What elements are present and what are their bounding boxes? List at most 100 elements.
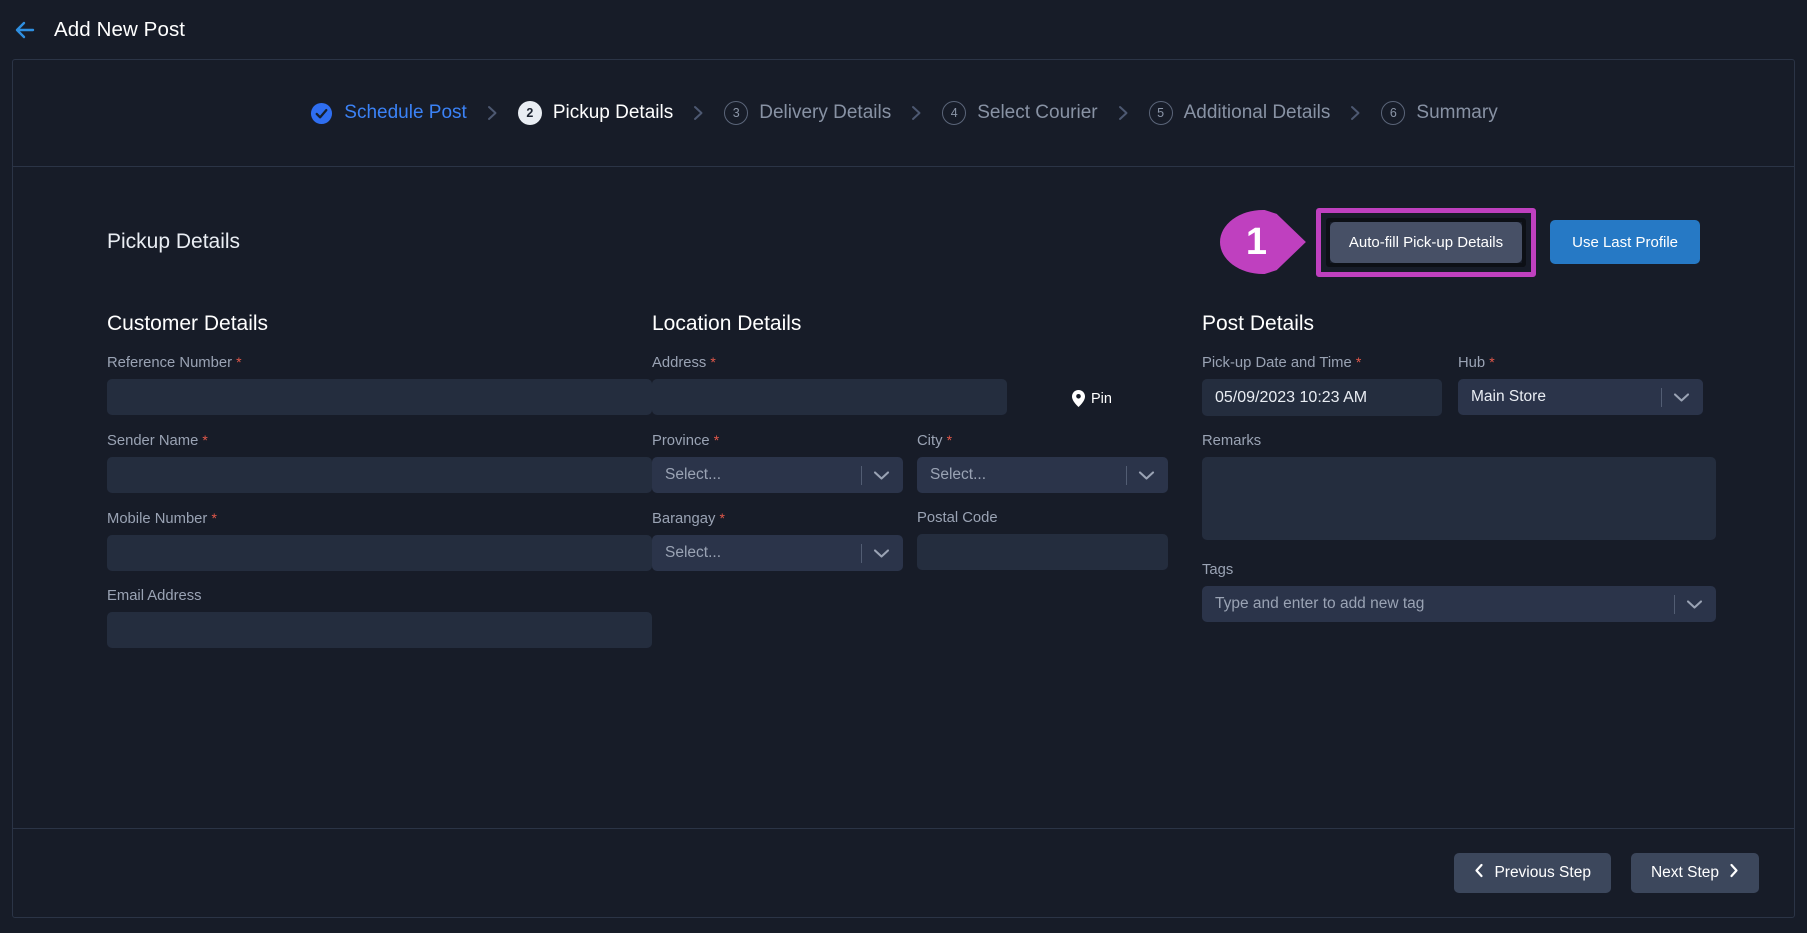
step-number-badge: 5: [1148, 101, 1173, 125]
form-body: Pickup Details 1 Auto-fill Pick-up Detai…: [13, 167, 1794, 828]
select-divider: [861, 543, 862, 563]
header-actions: 1 Auto-fill Pick-up Details Use Last Pro…: [1219, 207, 1700, 277]
previous-step-button[interactable]: Previous Step: [1454, 853, 1611, 893]
field-sender-name: Sender Name *: [107, 432, 652, 493]
city-select[interactable]: Select...: [917, 457, 1168, 493]
step-summary[interactable]: 6 Summary: [1381, 101, 1498, 125]
post-details-title: Post Details: [1202, 312, 1315, 335]
province-city-row: Province * Select... City * Select...: [652, 432, 1202, 510]
field-hub: Hub * Main Store: [1458, 354, 1703, 416]
reference-number-input[interactable]: [107, 379, 652, 415]
remarks-textarea[interactable]: [1202, 457, 1716, 540]
postal-code-label: Postal Code: [917, 510, 998, 526]
arrow-left-icon[interactable]: [12, 17, 38, 43]
address-input[interactable]: [652, 379, 1007, 415]
step-schedule-post[interactable]: Schedule Post: [309, 101, 467, 125]
annotation-marker-1: 1: [1219, 210, 1306, 274]
page-title: Add New Post: [54, 17, 186, 41]
chevron-down-icon: [873, 470, 890, 481]
select-divider: [1126, 465, 1127, 485]
chevron-down-icon: [873, 548, 890, 559]
location-details-title: Location Details: [652, 312, 802, 335]
chevron-right-icon: [486, 104, 499, 122]
hub-label: Hub *: [1458, 354, 1703, 371]
autofill-highlight-inner: Auto-fill Pick-up Details: [1325, 217, 1527, 267]
select-divider: [861, 465, 862, 485]
sender-name-label: Sender Name *: [107, 432, 652, 449]
customer-details-column: Customer Details Reference Number * Send…: [107, 312, 652, 665]
address-label: Address *: [652, 354, 1202, 371]
city-select-value: Select...: [930, 466, 986, 483]
required-marker: *: [946, 432, 953, 448]
tags-placeholder: Type and enter to add new tag: [1215, 595, 1425, 612]
address-input-wrap: [652, 379, 1007, 415]
chevron-right-icon: [1117, 104, 1130, 122]
step-label: Delivery Details: [759, 102, 892, 123]
barangay-label: Barangay *: [652, 510, 903, 527]
reference-number-label: Reference Number *: [107, 354, 652, 371]
select-divider: [1661, 387, 1662, 407]
step-pickup-details[interactable]: 2 Pickup Details: [517, 101, 674, 125]
email-address-label: Email Address: [107, 588, 202, 604]
select-divider: [1674, 594, 1675, 614]
required-marker: *: [710, 354, 716, 370]
field-reference-number: Reference Number *: [107, 354, 652, 415]
barangay-select[interactable]: Select...: [652, 535, 903, 571]
next-step-button[interactable]: Next Step: [1630, 853, 1759, 893]
barangay-select-value: Select...: [665, 544, 721, 561]
required-marker: *: [202, 432, 208, 448]
step-delivery-details[interactable]: 3 Delivery Details: [724, 101, 891, 125]
label-text: Mobile Number: [107, 511, 208, 527]
pickup-datetime-label: Pick-up Date and Time *: [1202, 354, 1442, 371]
step-label: Pickup Details: [552, 102, 674, 123]
chevron-right-icon: [1729, 863, 1739, 883]
label-text: Reference Number: [107, 355, 233, 371]
chevron-right-icon: [910, 104, 923, 122]
use-last-profile-button[interactable]: Use Last Profile: [1550, 220, 1700, 264]
chevron-down-icon: [1138, 470, 1155, 481]
field-postal-code: Postal Code: [917, 510, 1168, 571]
tags-select[interactable]: Type and enter to add new tag: [1202, 586, 1716, 622]
customer-details-title: Customer Details: [107, 312, 269, 335]
field-barangay: Barangay * Select...: [652, 510, 903, 571]
field-mobile-number: Mobile Number *: [107, 510, 652, 571]
pin-location-button[interactable]: Pin: [1072, 390, 1112, 407]
mobile-number-input[interactable]: [107, 535, 652, 571]
wizard-stepper: Schedule Post 2 Pickup Details 3 Deliver…: [13, 60, 1794, 167]
field-pickup-datetime: Pick-up Date and Time * 05/09/2023 10:23…: [1202, 354, 1442, 416]
remarks-label: Remarks: [1202, 433, 1262, 449]
field-city: City * Select...: [917, 432, 1168, 493]
hub-select-value: Main Store: [1471, 388, 1546, 405]
required-marker: *: [211, 510, 217, 526]
label-text: Hub: [1458, 355, 1486, 371]
required-marker: *: [719, 510, 725, 526]
step-number-badge: 6: [1381, 101, 1406, 125]
step-number-badge: 4: [942, 101, 967, 125]
postal-code-input[interactable]: [917, 534, 1168, 570]
previous-step-label: Previous Step: [1494, 864, 1591, 881]
label-text: City: [917, 433, 943, 449]
required-marker: *: [1489, 354, 1495, 370]
pickup-hub-row: Pick-up Date and Time * 05/09/2023 10:23…: [1202, 354, 1722, 433]
pickup-datetime-input[interactable]: 05/09/2023 10:23 AM: [1202, 379, 1442, 416]
auto-fill-pickup-details-button[interactable]: Auto-fill Pick-up Details: [1329, 221, 1523, 263]
step-label: Additional Details: [1183, 102, 1331, 123]
province-select[interactable]: Select...: [652, 457, 903, 493]
section-title: Pickup Details: [107, 230, 241, 253]
section-header-row: Pickup Details 1 Auto-fill Pick-up Detai…: [107, 207, 1700, 277]
wizard-footer: Previous Step Next Step: [13, 828, 1794, 917]
label-text: Barangay: [652, 511, 716, 527]
tags-label: Tags: [1202, 562, 1234, 578]
step-additional-details[interactable]: 5 Additional Details: [1148, 101, 1331, 125]
email-address-input[interactable]: [107, 612, 652, 648]
sender-name-input[interactable]: [107, 457, 652, 493]
label-text: Pick-up Date and Time: [1202, 355, 1352, 371]
hub-select[interactable]: Main Store: [1458, 379, 1703, 415]
check-circle-icon: [309, 101, 333, 125]
chevron-right-icon: [1349, 104, 1362, 122]
step-number-badge: 2: [517, 101, 542, 125]
label-text: Address: [652, 355, 707, 371]
step-select-courier[interactable]: 4 Select Courier: [942, 101, 1098, 125]
barangay-postal-row: Barangay * Select... Postal Code: [652, 510, 1202, 588]
required-marker: *: [236, 354, 242, 370]
